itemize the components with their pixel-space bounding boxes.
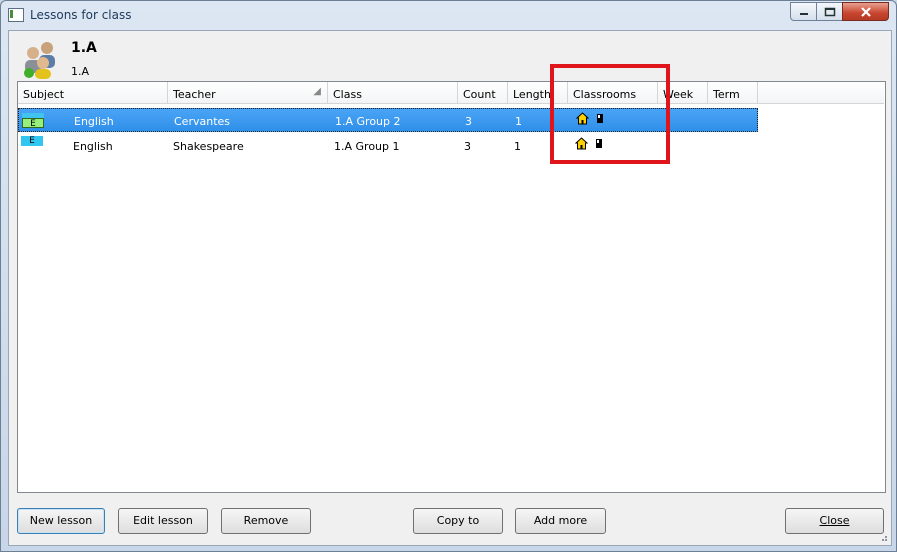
cell-length: 1 [515, 115, 522, 128]
new-lesson-button[interactable]: New lesson [17, 508, 105, 534]
close-button[interactable]: Close [785, 508, 884, 534]
cell-count: 3 [465, 115, 472, 128]
window-title: Lessons for class [30, 8, 132, 22]
column-header-term[interactable]: Term [708, 82, 758, 104]
cell-teacher: Cervantes [174, 115, 231, 128]
lessons-table[interactable]: Subject Teacher ◢ Class Count Length Cla… [17, 81, 886, 493]
cell-class: 1.A Group 2 [335, 115, 401, 128]
subject-color-chip: E [22, 113, 44, 129]
cell-length: 1 [514, 140, 521, 153]
cell-teacher: Shakespeare [173, 140, 244, 153]
close-icon [860, 6, 871, 17]
window-icon [8, 8, 24, 22]
filter-icon[interactable]: ◢ [313, 86, 321, 97]
title-bar[interactable]: Lessons for class [1, 1, 896, 29]
column-header-teacher[interactable]: Teacher ◢ [168, 82, 328, 104]
column-header-teacher-label: Teacher [173, 88, 216, 101]
column-header-count[interactable]: Count [458, 82, 508, 104]
copy-to-button[interactable]: Copy to [413, 508, 503, 534]
maximize-button[interactable] [816, 2, 843, 21]
column-header-subject[interactable]: Subject [18, 82, 168, 104]
cell-class: 1.A Group 1 [334, 140, 400, 153]
resize-grip-icon[interactable] [878, 532, 888, 542]
table-header: Subject Teacher ◢ Class Count Length Cla… [18, 82, 884, 104]
classrooms-highlight-box [550, 64, 670, 164]
subject-color-chip: E [21, 136, 43, 146]
lessons-dialog: Lessons for class 1.A 1.A Subject Teache… [0, 0, 897, 552]
class-name: 1.A [71, 40, 97, 56]
column-header-class[interactable]: Class [328, 82, 458, 104]
column-header-filler [758, 82, 884, 104]
minimize-icon [799, 12, 808, 15]
class-subtitle: 1.A [71, 65, 90, 78]
class-group-icon [24, 42, 55, 79]
edit-lesson-button[interactable]: Edit lesson [118, 508, 208, 534]
remove-button[interactable]: Remove [221, 508, 311, 534]
close-window-button[interactable] [842, 2, 889, 21]
cell-count: 3 [464, 140, 471, 153]
minimize-button[interactable] [790, 2, 817, 21]
add-more-button[interactable]: Add more [515, 508, 606, 534]
maximize-icon [824, 7, 835, 16]
cell-subject: English [74, 115, 114, 128]
cell-subject: English [73, 140, 113, 153]
dialog-content: 1.A 1.A Subject Teacher ◢ Class Count Le… [8, 30, 892, 546]
